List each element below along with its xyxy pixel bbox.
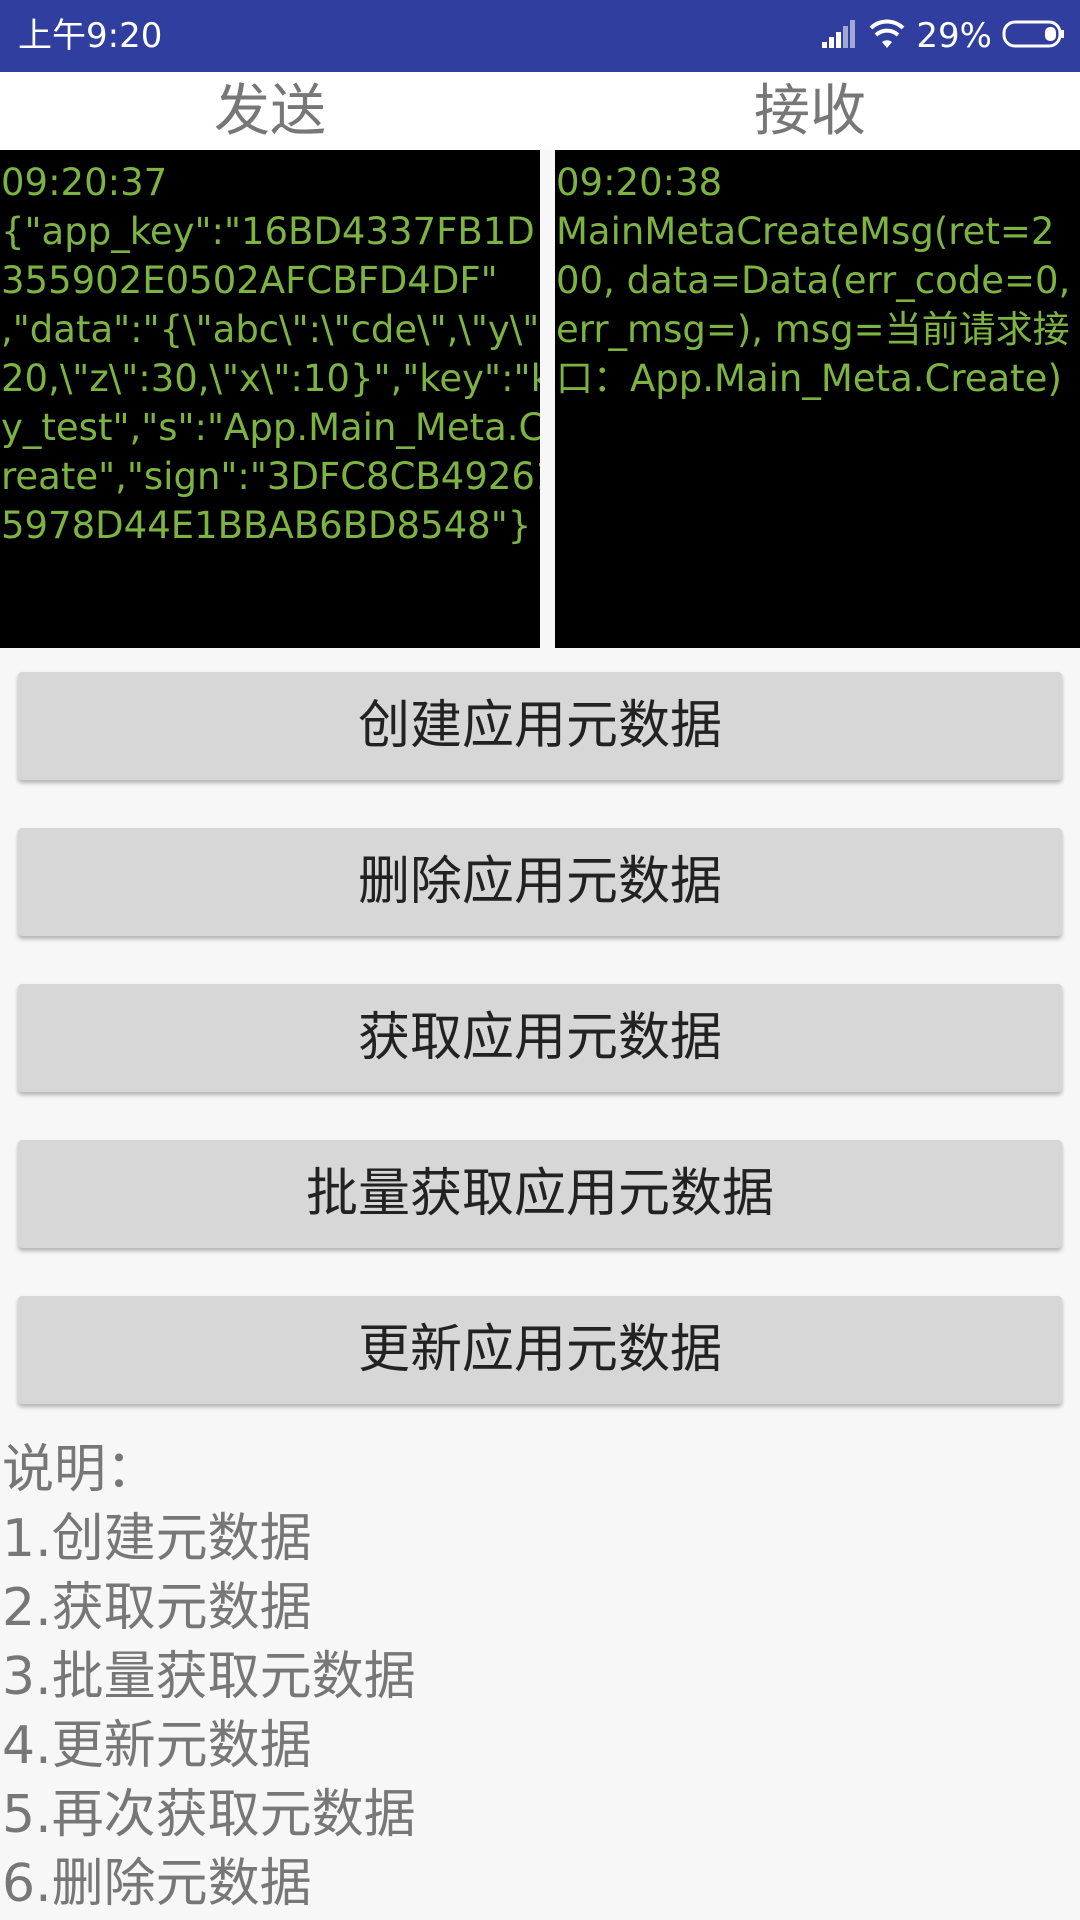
delete-app-meta-button[interactable]: 删除应用元数据 bbox=[18, 828, 1062, 936]
status-icons: 29% bbox=[822, 14, 1066, 58]
instruction-item: 4.更新元数据 bbox=[2, 1716, 312, 1776]
log-line: 5978D44E1BBAB6BD8548"} bbox=[1, 504, 532, 547]
log-line: {"app_key":"16BD4337FB1D bbox=[1, 210, 535, 253]
log-line: 09:20:37 bbox=[1, 161, 168, 204]
instructions: 说明： 1.创建元数据 2.获取元数据 3.批量获取元数据 4.更新元数据 5.… bbox=[2, 1436, 1078, 1919]
log-line: 09:20:38 bbox=[556, 161, 723, 204]
log-line: 00, data=Data(err_code=0, bbox=[556, 259, 1071, 302]
instruction-item: 1.创建元数据 bbox=[2, 1509, 312, 1569]
instruction-item: 3.批量获取元数据 bbox=[2, 1647, 416, 1707]
instruction-item: 5.再次获取元数据 bbox=[2, 1785, 416, 1845]
battery-percent: 29% bbox=[916, 16, 992, 56]
log-line: y_test","s":"App.Main_Meta.C bbox=[1, 406, 540, 449]
get-app-meta-button[interactable]: 获取应用元数据 bbox=[18, 984, 1062, 1092]
log-line: MainMetaCreateMsg(ret=2 bbox=[556, 210, 1055, 253]
log-line: ,"data":"{\"abc\":\"cde\",\"y\": bbox=[1, 308, 540, 351]
column-headers: 发送 接收 bbox=[0, 72, 1080, 150]
receive-log-panel: 09:20:38 MainMetaCreateMsg(ret=2 00, data=… bbox=[555, 150, 1080, 648]
receive-header: 接收 bbox=[754, 79, 866, 144]
status-bar: 上午9:20 29% bbox=[0, 0, 1080, 72]
send-header: 发送 bbox=[214, 79, 326, 144]
wifi-icon bbox=[868, 18, 906, 54]
instruction-item: 2.获取元数据 bbox=[2, 1578, 312, 1638]
log-line: reate","sign":"3DFC8CB49261 bbox=[1, 455, 540, 498]
batch-get-app-meta-button[interactable]: 批量获取应用元数据 bbox=[18, 1140, 1062, 1248]
update-app-meta-button[interactable]: 更新应用元数据 bbox=[18, 1296, 1062, 1404]
create-app-meta-button[interactable]: 创建应用元数据 bbox=[18, 672, 1062, 780]
instruction-item: 6.删除元数据 bbox=[2, 1854, 312, 1914]
signal-icon bbox=[822, 20, 858, 52]
log-line: 355902E0502AFCBFD4DF" bbox=[1, 259, 498, 302]
send-log-panel: 09:20:37 {"app_key":"16BD4337FB1D 355902E0… bbox=[0, 150, 540, 648]
log-line: 口：App.Main_Meta.Create) bbox=[556, 357, 1062, 400]
status-time: 上午9:20 bbox=[18, 16, 163, 56]
instructions-title: 说明： bbox=[2, 1440, 159, 1500]
battery-icon bbox=[1002, 19, 1066, 53]
log-line: 20,\"z\":30,\"x\":10}","key":"ke bbox=[1, 357, 540, 400]
log-line: err_msg=), msg=当前请求接 bbox=[556, 308, 1070, 351]
